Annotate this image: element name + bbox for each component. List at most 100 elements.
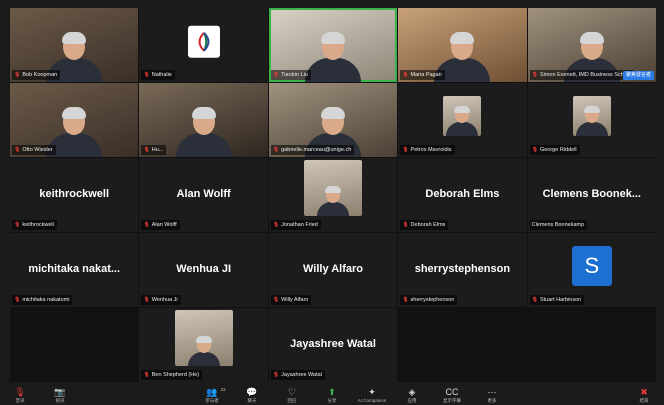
microphone-muted-icon: 🎙 <box>14 387 26 397</box>
participant-name: keithrockwell <box>22 222 54 228</box>
microphone-muted-icon: 🎙 <box>143 372 150 378</box>
participant-silhouette <box>187 334 221 366</box>
participant-tile[interactable]: Alan Wolff 🎙 Alan Wolff <box>139 158 268 232</box>
participant-name-label: 🎙 gabrielle.marceau@unige.ch <box>270 145 355 155</box>
participant-name: Willy Alfaro <box>281 297 309 303</box>
participant-silhouette <box>575 104 609 136</box>
participant-name-label: 🎙 Wenhua Ji <box>141 295 181 305</box>
toolbar-button-label: 视讯 <box>55 398 65 403</box>
participant-tile[interactable]: 🎙 Ben Shepherd (He) <box>139 308 268 382</box>
participant-name-label: 🎙 Maria Pagan <box>400 70 445 80</box>
participant-display-name: Jayashree Watal <box>290 337 376 350</box>
participant-tile[interactable]: michitaka nakat... 🎙 michitaka nakatomi <box>10 233 139 307</box>
toolbar-left: 🎙 音讯 📷 视讯 <box>8 386 72 404</box>
microphone-muted-icon: 🎙 <box>402 297 409 303</box>
participant-name-label: 🎙 keithrockwell <box>12 220 57 230</box>
microphone-muted-icon: 🎙 <box>272 147 280 153</box>
participant-tile[interactable]: Clemens Boonek... Clemens Boonekamp <box>527 158 656 232</box>
microphone-muted-button[interactable]: 🎙 音讯 <box>8 386 32 404</box>
participant-tile[interactable]: 🎙 Tianbin Liu <box>268 8 398 82</box>
participant-display-name: sherrystephenson <box>414 262 511 275</box>
participant-name-label: 🎙 George Riddell <box>529 145 580 155</box>
participant-name: Otto Wiesler <box>22 147 53 153</box>
participant-tile[interactable]: 🎙 Maria Pagan <box>398 8 527 82</box>
captions-button[interactable]: CC 显示字幕 <box>440 386 464 404</box>
participant-name-label: 🎙 Bob Koopman <box>12 70 61 80</box>
participant-tile[interactable]: S 🎙 Stuart Harbinson <box>527 233 656 307</box>
microphone-muted-icon: 🎙 <box>14 147 21 153</box>
participant-name: gabrielle.marceau@unige.ch <box>281 147 352 153</box>
participant-tile[interactable]: 🎙 Jonathan Fried <box>268 158 398 232</box>
chat-button[interactable]: 💬 聊天 <box>240 386 264 404</box>
apps-icon: ◈ <box>408 387 416 397</box>
participant-tile[interactable]: Deborah Elms 🎙 Deborah Elms <box>398 158 527 232</box>
participant-name-label: 🎙 Simon Evenett, IMD Business School <box>529 70 635 80</box>
participant-name: Clemens Boonekamp <box>531 222 585 228</box>
participant-display-name: keithrockwell <box>39 187 110 200</box>
participant-tile[interactable]: 🎙 George Riddell <box>527 83 656 157</box>
participant-name: Nathalie <box>151 72 172 78</box>
participant-tile[interactable]: Jayashree Watal 🎙 Jayashree Watal <box>268 308 398 382</box>
toolbar-button-label: 应用 <box>407 398 417 403</box>
participant-name-label: 🎙 Petros Mavroidis <box>400 145 455 155</box>
leave-button[interactable]: ✖ 结束 <box>632 386 656 404</box>
participant-tile[interactable]: Willy Alfaro 🎙 Willy Alfaro <box>268 233 398 307</box>
organization-logo-icon <box>187 25 220 58</box>
participant-name-label: 🎙 Deborah Elms <box>400 220 449 230</box>
video-camera-off-button[interactable]: 📷 视讯 <box>48 386 72 404</box>
participant-tile[interactable]: Wenhua JI 🎙 Wenhua Ji <box>139 233 268 307</box>
participants-button[interactable]: 👥 22 参与者 <box>200 386 225 404</box>
more-button[interactable]: ⋯ 更多 <box>480 386 504 404</box>
microphone-muted-icon: 🎙 <box>14 222 21 228</box>
participant-name: sherrystephenson <box>410 297 455 303</box>
share-screen-icon: ⬆ <box>328 387 336 397</box>
participant-name: Petros Mavroidis <box>410 147 452 153</box>
participant-name: Hu... <box>151 147 164 153</box>
participant-name-label: 🎙 Alan Wolff <box>141 220 180 230</box>
spotlight-chip[interactable]: 聚焦發言者 <box>622 71 654 80</box>
toolbar-button-label: 回应 <box>287 398 297 403</box>
participant-name-label: 🎙 michitaka nakatomi <box>12 295 73 305</box>
leave-icon: ✖ <box>640 387 648 397</box>
participant-name-label: 🎙 sherrystephenson <box>400 295 458 305</box>
participant-tile[interactable]: 🎙 Nathalie <box>139 8 268 82</box>
toolbar-right: ✖ 结束 <box>632 386 656 404</box>
participant-name: Wenhua Ji <box>151 297 178 303</box>
participant-tile[interactable]: 🎙 Otto Wiesler <box>10 83 139 157</box>
participant-name-label: 🎙 Jonathan Fried <box>270 220 321 230</box>
microphone-muted-icon: 🎙 <box>143 222 150 228</box>
avatar: S <box>571 246 612 286</box>
profile-picture <box>572 96 611 136</box>
microphone-muted-icon: 🎙 <box>143 297 150 303</box>
participant-tile[interactable]: keithrockwell 🎙 keithrockwell <box>10 158 139 232</box>
profile-picture <box>303 160 362 216</box>
participant-name: Stuart Harbinson <box>539 297 582 303</box>
participant-name: Jayashree Watal <box>281 372 322 378</box>
ai-companion-button[interactable]: ✦ AI Companion <box>358 386 387 404</box>
participant-tile[interactable]: 🎙 gabrielle.marceau@unige.ch <box>268 83 398 157</box>
participant-name-label: 🎙 Willy Alfaro <box>270 295 312 305</box>
participant-name-label: 🎙 Nathalie <box>141 70 175 80</box>
participant-name: Maria Pagan <box>410 72 442 78</box>
toolbar-button-label: 显示字幕 <box>443 398 461 403</box>
participant-tile[interactable]: 🎙 Petros Mavroidis <box>398 83 527 157</box>
participant-tile[interactable]: 🎙 Simon Evenett, IMD Business School 聚焦發言者 <box>527 8 656 82</box>
apps-button[interactable]: ◈ 应用 <box>400 386 424 404</box>
participant-name-label: 🎙 Ben Shepherd (He) <box>141 370 203 380</box>
video-camera-off-icon: 📷 <box>54 387 66 397</box>
participant-name-label: 🎙 Hu... <box>141 145 167 155</box>
microphone-muted-icon: 🎙 <box>402 222 409 228</box>
reactions-button[interactable]: ♡ 回应 <box>280 386 304 404</box>
participant-tile[interactable]: 🎙 Bob Koopman <box>10 8 139 82</box>
toolbar-button-label: 结束 <box>639 398 649 403</box>
microphone-muted-icon: 🎙 <box>531 147 538 153</box>
microphone-muted-icon: 🎙 <box>272 372 280 378</box>
microphone-muted-icon: 🎙 <box>402 72 409 78</box>
participant-tile[interactable]: 🎙 Hu... <box>139 83 268 157</box>
share-screen-button[interactable]: ⬆ 分享 <box>320 386 344 404</box>
participant-name-label: Clemens Boonekamp <box>529 220 588 230</box>
participant-tile[interactable]: sherrystephenson 🎙 sherrystephenson <box>398 233 527 307</box>
participant-display-name: michitaka nakat... <box>28 262 121 275</box>
participant-display-name: Clemens Boonek... <box>542 187 641 200</box>
microphone-muted-icon: 🎙 <box>402 147 409 153</box>
